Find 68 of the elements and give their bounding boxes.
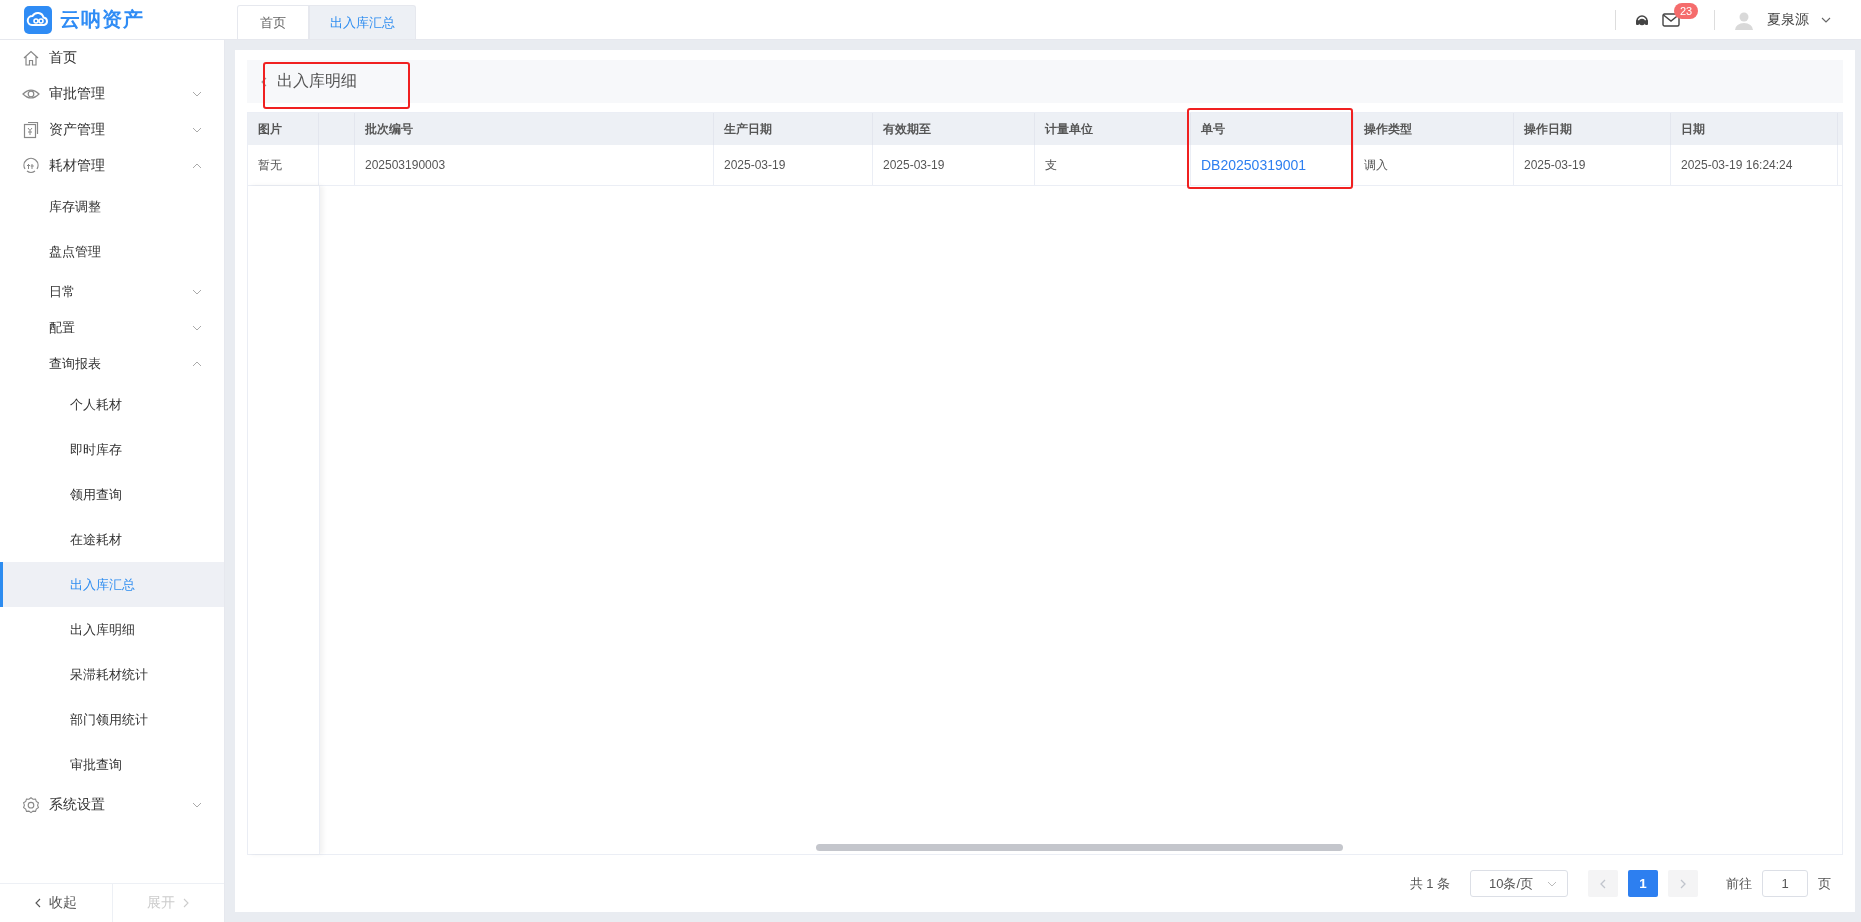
notification-badge: 23 [1674, 2, 1699, 19]
menu-item[interactable]: 配置 [0, 310, 224, 346]
column-header: 单号 [1191, 113, 1354, 145]
column-header: 有效期至 [873, 113, 1035, 145]
menu-item[interactable]: 审批管理 [0, 76, 224, 112]
menu-item[interactable]: 查询报表 [0, 346, 224, 382]
goto-label: 前往 [1726, 874, 1752, 893]
column-header: 操作日期 [1514, 113, 1671, 145]
menu-item[interactable]: 领用查询 [0, 472, 224, 517]
table-cell: 2025-03-19 [1524, 158, 1586, 172]
chevron-left-icon [1600, 878, 1606, 889]
settings-icon [22, 796, 40, 814]
back-icon [261, 76, 267, 87]
table-cell: 2025-03-19 16:24:24 [1681, 158, 1793, 172]
menu-item[interactable]: 库存调整 [0, 184, 224, 229]
caret-icon [1547, 880, 1557, 887]
app-logo-text: 云呐资产 [60, 7, 144, 32]
table-cell: 2025-03-19 [883, 158, 945, 172]
column-header: 生产日期 [714, 113, 873, 145]
menu-item[interactable]: 首页 [0, 40, 224, 76]
page-input-field[interactable]: 1 [1762, 870, 1808, 897]
menu-item[interactable]: 即时库存 [0, 427, 224, 472]
menu-item[interactable]: 在途耗材 [0, 517, 224, 562]
chevron-up-icon [192, 361, 202, 367]
chevron-down-icon [192, 127, 202, 133]
column-header: 操作类型 [1354, 113, 1514, 145]
page-number-button[interactable]: 1 [1628, 870, 1658, 897]
home-icon [22, 49, 40, 67]
menu-item[interactable]: 审批查询 [0, 742, 224, 787]
mail-icon[interactable] [1662, 12, 1680, 27]
chevron-left-icon [34, 898, 41, 908]
column-header: 日期 [1671, 113, 1838, 145]
menu-item[interactable]: 资产管理 [0, 112, 224, 148]
column-header: 计量单位 [1035, 113, 1191, 145]
chevron-down-icon [192, 325, 202, 331]
menu-item[interactable]: 日常 [0, 274, 224, 310]
menu-item[interactable]: 个人耗材 [0, 382, 224, 427]
user-name[interactable]: 夏泉源 [1767, 10, 1809, 29]
menu-item[interactable]: 出入库明细 [0, 607, 224, 652]
total-count: 共 1 条 [1409, 874, 1450, 893]
chevron-right-icon [183, 898, 190, 908]
materials-icon [22, 157, 40, 175]
table-cell: 支 [1045, 156, 1057, 174]
currency-document-icon [22, 121, 40, 139]
column-header: 图片 [248, 113, 319, 145]
caret-icon[interactable] [1821, 16, 1831, 23]
table-cell: 2025-03-19 [724, 158, 786, 172]
chevron-up-icon [192, 163, 202, 169]
table-cell: 暂无 [258, 156, 282, 174]
page-unit-label: 页 [1818, 874, 1831, 893]
menu-item[interactable]: 部门领用统计 [0, 697, 224, 742]
menu-item[interactable]: 盘点管理 [0, 229, 224, 274]
table-cell: 202503190003 [365, 158, 446, 172]
chevron-down-icon [192, 289, 202, 295]
page-size-select[interactable]: 10条/页 [1470, 870, 1568, 897]
back-link[interactable]: 出入库明细 [261, 71, 357, 92]
scrollbar-thumb[interactable] [816, 844, 1343, 851]
menu-item[interactable]: 耗材管理 [0, 148, 224, 184]
chevron-down-icon [192, 802, 202, 808]
cloud-logo-icon [24, 5, 52, 34]
menu-item[interactable]: 系统设置 [0, 787, 224, 823]
column-header: 批次编号 [355, 113, 714, 145]
chevron-right-icon [1680, 878, 1686, 889]
menu-item[interactable]: 呆滞耗材统计 [0, 652, 224, 697]
page-tab[interactable]: 首页 [237, 5, 309, 39]
chevron-down-icon [192, 91, 202, 97]
table-cell: 调入 [1364, 156, 1388, 174]
order-number-link[interactable]: DB20250319001 [1201, 157, 1307, 173]
